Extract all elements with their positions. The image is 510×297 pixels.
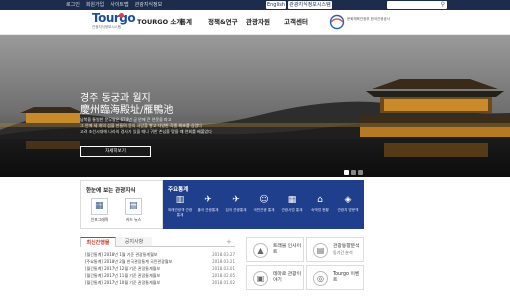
tab-announcements[interactable]: 공지사항	[116, 237, 152, 247]
notice-date: 2018.03.21	[212, 259, 235, 264]
slide-dot-2[interactable]	[351, 170, 356, 175]
partner-text: 문화체육관광부 한국관광공사	[347, 17, 390, 21]
event-icon: ◎	[313, 271, 328, 286]
stats-label[interactable]: 출국 관광통계	[195, 208, 221, 213]
notice-title[interactable]: [월간통계] 2017년 12월 기준 관광통계월보	[85, 266, 160, 271]
card-news-button[interactable]: ▤	[125, 198, 142, 215]
quick-box-title: 트래블 인사이트	[273, 244, 302, 255]
knowledge-link[interactable]: 관광지식정보	[135, 1, 163, 9]
hero-title: 경주 동궁과 월지 慶州臨海殿址/雁鴨池	[80, 93, 173, 117]
tourgo-event-box[interactable]: ◎ Tourgo 이벤트	[306, 265, 364, 290]
hero-banner: 경주 동궁과 월지 慶州臨海殿址/雁鴨池 남북을 통일한 문무왕은 674년 궁…	[0, 35, 510, 177]
key-stats-panel: 주요통계 ▥ 외래관광객 관광통계 ✈ 출국 관광통계 ✈ 입국 관광통계 ☺ …	[163, 180, 364, 229]
hero-description: 남북을 통일한 문무왕은 674년 궁 안에 큰 연못을 파고 그 안에 세 개…	[80, 117, 310, 135]
notice-row[interactable]: [월간통계] 2017년 12월 기준 관광통계월보 2018.03.01	[85, 266, 235, 272]
infographic-icon: ▦	[95, 201, 104, 211]
search-icon[interactable]: ⚲	[441, 1, 445, 9]
tab-divider	[152, 246, 235, 247]
menu-customer-center[interactable]: 고객센터	[284, 18, 308, 27]
travel-insight-box[interactable]: ▲ 트래블 인사이트	[246, 237, 304, 262]
stats-icon-business[interactable]: ▦	[279, 195, 305, 205]
quick-panel-title: 한눈에 보는 관광지식	[86, 188, 136, 194]
stats-icon-lodging[interactable]: ⌂	[307, 195, 333, 205]
search-input[interactable]: ⚲	[387, 1, 447, 9]
notice-tabs: 최신간행물 공지사항	[80, 237, 235, 247]
stats-icon-inbound[interactable]: ✈	[223, 195, 249, 205]
menu-statistics[interactable]: 통계	[180, 18, 192, 27]
stats-icon-national[interactable]: ☺	[251, 195, 277, 205]
quick-knowledge-panel: 한눈에 보는 관광지식 ▦ 인포그래픽 ▤ 카드 뉴스	[80, 180, 163, 229]
notice-title[interactable]: [월간통계] 2017년 11월 기준 관광통계월보	[85, 273, 160, 278]
story-icon: ▣	[253, 271, 268, 286]
hero-desc-line: 고려 조선시대에 나라의 경사가 있을 때나 귀한 손님을 맞을 때 연회를 베…	[80, 129, 212, 134]
ministry-emblem-icon	[329, 14, 345, 30]
notice-title[interactable]: [월간통계] 2017년 10월 기준 관광통계월보	[85, 280, 160, 285]
logo-subtitle: 관광지식정보시스템	[92, 25, 121, 29]
english-button[interactable]: English	[266, 1, 286, 9]
infographic-button[interactable]: ▦	[91, 198, 108, 215]
notice-date: 2018.03.01	[212, 266, 235, 271]
stats-icon-foreign[interactable]: ▥	[167, 195, 193, 205]
top-bar: 로그인 회원가입 사이트맵 관광지식정보 English 관광지식정보시스템 ⚲	[0, 0, 510, 10]
signup-link[interactable]: 회원가입	[86, 1, 104, 9]
notice-row[interactable]: [주요통계] 2018년 2월 한국관광통계 국민관광월보 2018.03.21	[85, 259, 235, 265]
menu-tourism-resources[interactable]: 관광자원	[246, 18, 270, 27]
main-nav: Tourgo 관광지식정보시스템 TOURGO 소개 통계 정책&연구 관광자원…	[0, 10, 510, 35]
trend-analysis-box[interactable]: ▤ 관광동향분석 동기간 분석	[306, 237, 364, 262]
stats-label[interactable]: 관광사업 통계	[279, 208, 305, 213]
hero-detail-button[interactable]: 자세히보기	[80, 146, 151, 157]
trend-icon: ▤	[313, 243, 328, 258]
card-news-label: 카드 뉴스	[125, 217, 142, 222]
card-news-icon: ▤	[129, 201, 138, 211]
stats-label[interactable]: 국민관광 통계	[251, 208, 277, 213]
stats-label[interactable]: 외래관광객 관광통계	[167, 208, 193, 217]
theme-story-box[interactable]: ▣ 테마로 관광이야기	[246, 265, 304, 290]
menu-policy-research[interactable]: 정책&연구	[208, 18, 238, 27]
stats-icon-visitors[interactable]: ◈	[335, 195, 361, 205]
notice-row[interactable]: [월간통계] 2018년 1월 기준 관광통계월보 2018.03.27	[85, 252, 235, 258]
notice-date: 2018.01.02	[212, 280, 235, 285]
tab-latest-publications[interactable]: 최신간행물	[80, 237, 116, 247]
page: 로그인 회원가입 사이트맵 관광지식정보 English 관광지식정보시스템 ⚲…	[0, 0, 510, 297]
quick-box-subtitle: 동기간 분석	[333, 250, 353, 255]
notice-title[interactable]: [주요통계] 2018년 2월 한국관광통계 국민관광월보	[85, 259, 172, 264]
slide-dot-1[interactable]	[344, 170, 349, 175]
stats-label[interactable]: 숙박업 현황	[307, 208, 333, 213]
notice-date: 2018.02.05	[212, 273, 235, 278]
hero-title-hanja: 慶州臨海殿址/雁鴨池	[80, 105, 174, 116]
stats-label[interactable]: 관광지 방문객	[335, 208, 361, 213]
stats-title: 주요통계	[168, 187, 189, 193]
stats-label[interactable]: 입국 관광통계	[223, 208, 249, 213]
notice-row[interactable]: [월간통계] 2017년 10월 기준 관광통계월보 2018.01.02	[85, 280, 235, 286]
quick-box-title: Tourgo 이벤트	[333, 272, 360, 283]
stats-icon-outbound[interactable]: ✈	[195, 195, 221, 205]
notice-title[interactable]: [월간통계] 2018년 1월 기준 관광통계월보	[85, 252, 157, 257]
slide-indicators	[344, 170, 363, 175]
plus-icon[interactable]: +	[226, 238, 232, 246]
db-button[interactable]: 관광지식정보시스템	[288, 1, 332, 9]
hero-title-korean: 경주 동궁과 월지	[80, 93, 151, 104]
hero-photo	[0, 35, 510, 177]
slide-dot-3[interactable]	[358, 170, 363, 175]
login-link[interactable]: 로그인	[66, 1, 80, 9]
menu-tourgo-intro[interactable]: TOURGO 소개	[137, 18, 182, 27]
infographic-label: 인포그래픽	[90, 217, 109, 222]
logo-dot-icon	[119, 13, 124, 18]
insight-icon: ▲	[253, 243, 268, 258]
sitemap-link[interactable]: 사이트맵	[110, 1, 128, 9]
notice-date: 2018.03.27	[212, 252, 235, 257]
top-links: 로그인 회원가입 사이트맵 관광지식정보	[66, 1, 162, 9]
notice-row[interactable]: [월간통계] 2017년 11월 기준 관광통계월보 2018.02.05	[85, 273, 235, 279]
tourgo-logo[interactable]: Tourgo 관광지식정보시스템	[92, 12, 136, 33]
quick-box-title: 테마로 관광이야기	[273, 272, 302, 283]
